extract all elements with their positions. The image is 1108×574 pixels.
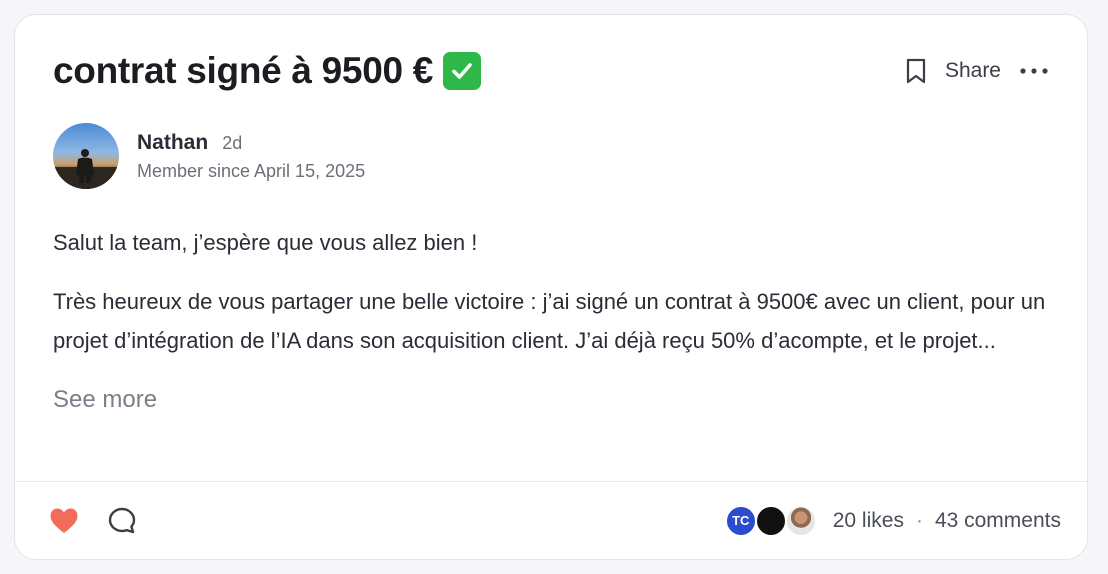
author-meta: Nathan 2d Member since April 15, 2025 <box>137 131 365 182</box>
post-card: contrat signé à 9500 € Share Nathan 2d M… <box>14 14 1088 560</box>
heart-icon[interactable] <box>47 504 81 538</box>
check-mark-button-icon <box>443 52 482 90</box>
post-paragraph-2: Très heureux de vous partager une belle … <box>53 289 1046 353</box>
avatar[interactable] <box>53 123 119 189</box>
liker-avatar: TC <box>724 504 757 537</box>
post-actions: Share <box>901 56 1049 86</box>
share-button[interactable]: Share <box>945 59 1001 83</box>
comment-icon[interactable] <box>105 504 139 538</box>
post-title: contrat signé à 9500 € <box>53 50 482 92</box>
comments-count[interactable]: 43 comments <box>935 509 1061 533</box>
bookmark-icon[interactable] <box>901 56 931 86</box>
post-body: Salut la team, j’espère que vous allez b… <box>53 223 1049 419</box>
post-time: 2d <box>222 132 243 153</box>
post-paragraph-1: Salut la team, j’espère que vous allez b… <box>53 230 478 255</box>
post-header: contrat signé à 9500 € Share <box>53 47 1049 95</box>
see-more-link[interactable]: See more <box>53 380 157 419</box>
post-title-text: contrat signé à 9500 € <box>53 50 434 91</box>
liker-avatar <box>784 504 817 537</box>
reaction-actions <box>47 504 139 538</box>
member-since: Member since April 15, 2025 <box>137 160 366 181</box>
likes-count[interactable]: 20 likes <box>833 509 904 533</box>
author-block: Nathan 2d Member since April 15, 2025 <box>53 123 365 189</box>
post-stats: TC 20 likes · 43 comments <box>724 504 1061 537</box>
liker-avatar <box>754 504 787 537</box>
post-footer: TC 20 likes · 43 comments <box>15 481 1087 559</box>
liker-avatars[interactable]: TC <box>724 504 817 537</box>
more-options-icon[interactable] <box>1019 56 1049 86</box>
author-name-row: Nathan 2d <box>137 131 365 155</box>
stats-separator: · <box>915 508 923 532</box>
author-name[interactable]: Nathan <box>137 131 208 155</box>
